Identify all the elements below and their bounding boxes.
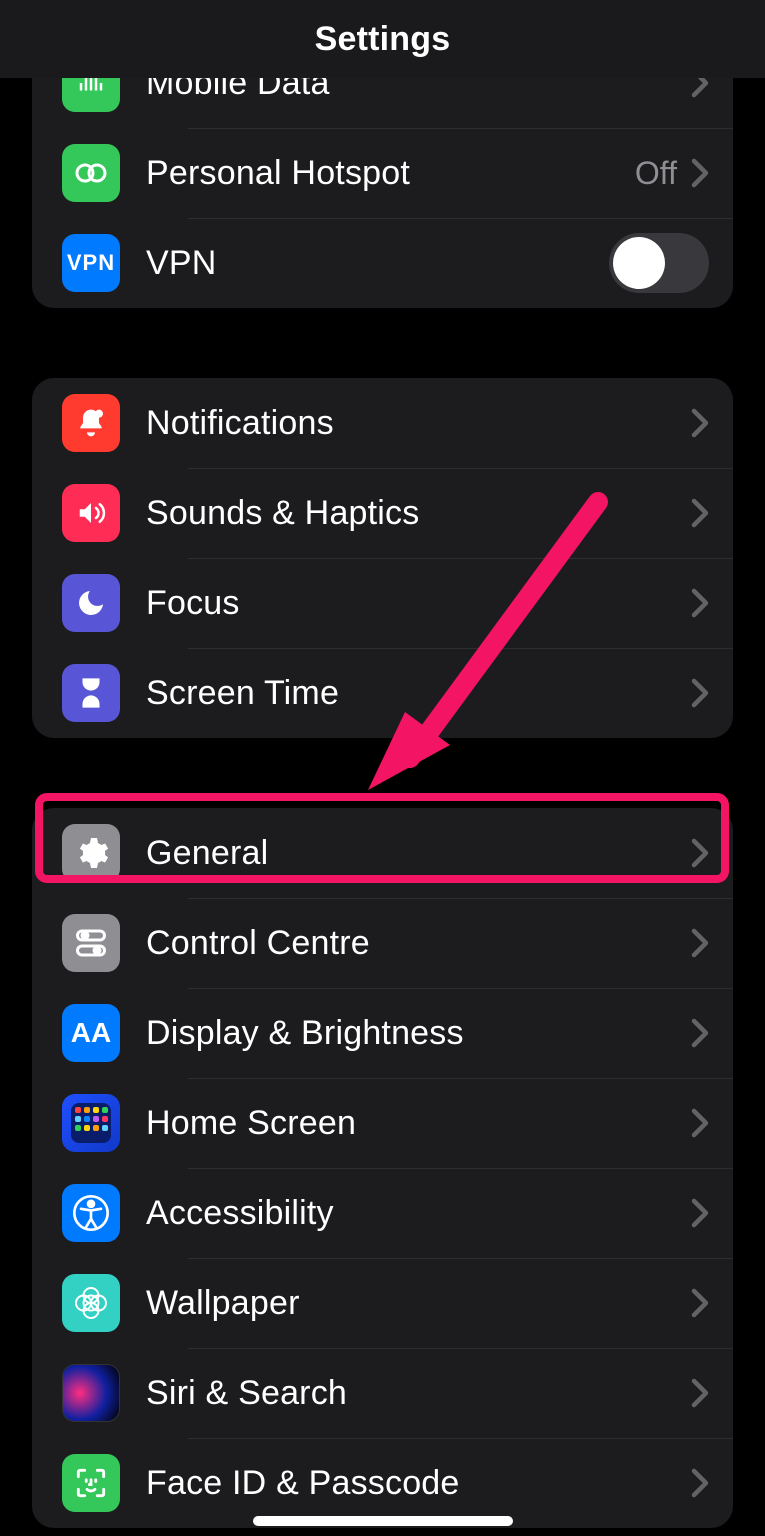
row-value: Off (635, 155, 677, 192)
row-label: Display & Brightness (146, 1014, 691, 1053)
row-label: Siri & Search (146, 1374, 691, 1413)
chevron-right-icon (691, 498, 709, 528)
chevron-right-icon (691, 1288, 709, 1318)
row-home-screen[interactable]: Home Screen (32, 1078, 733, 1168)
row-label: Home Screen (146, 1104, 691, 1143)
sounds-icon (62, 484, 120, 542)
siri-icon (62, 1364, 120, 1422)
chevron-right-icon (691, 1018, 709, 1048)
row-sounds[interactable]: Sounds & Haptics (32, 468, 733, 558)
chevron-right-icon (691, 1378, 709, 1408)
row-label: Sounds & Haptics (146, 494, 691, 533)
settings-scroll[interactable]: Mobile Data Personal Hotspot Off VPN (0, 78, 765, 1536)
vpn-toggle[interactable] (609, 233, 709, 293)
display-icon: AA (62, 1004, 120, 1062)
screen-time-icon (62, 664, 120, 722)
settings-group-connectivity: Mobile Data Personal Hotspot Off VPN (32, 78, 733, 308)
page-title: Settings (315, 20, 451, 59)
focus-icon (62, 574, 120, 632)
home-indicator[interactable] (253, 1516, 513, 1526)
row-label: Screen Time (146, 674, 691, 713)
general-gear-icon (62, 824, 120, 882)
row-label: Face ID & Passcode (146, 1464, 691, 1503)
row-notifications[interactable]: Notifications (32, 378, 733, 468)
chevron-right-icon (691, 1198, 709, 1228)
chevron-right-icon (691, 1108, 709, 1138)
settings-group-device: General Control Centre AA Display & Brig… (32, 808, 733, 1528)
row-accessibility[interactable]: Accessibility (32, 1168, 733, 1258)
accessibility-icon (62, 1184, 120, 1242)
row-wallpaper[interactable]: Wallpaper (32, 1258, 733, 1348)
wallpaper-icon (62, 1274, 120, 1332)
row-label: Wallpaper (146, 1284, 691, 1323)
row-label: General (146, 834, 691, 873)
row-faceid[interactable]: Face ID & Passcode (32, 1438, 733, 1528)
row-mobile-data[interactable]: Mobile Data (32, 78, 733, 128)
row-label: Accessibility (146, 1194, 691, 1233)
chevron-right-icon (691, 1468, 709, 1498)
chevron-right-icon (691, 678, 709, 708)
settings-group-attention: Notifications Sounds & Haptics (32, 378, 733, 738)
home-screen-icon (62, 1094, 120, 1152)
navbar: Settings (0, 0, 765, 78)
row-label: Mobile Data (146, 78, 691, 103)
row-general[interactable]: General (32, 808, 733, 898)
row-label: Personal Hotspot (146, 154, 635, 193)
chevron-right-icon (691, 928, 709, 958)
chevron-right-icon (691, 838, 709, 868)
chevron-right-icon (691, 78, 709, 98)
chevron-right-icon (691, 588, 709, 618)
row-vpn[interactable]: VPN VPN (32, 218, 733, 308)
hotspot-icon (62, 144, 120, 202)
row-label: Control Centre (146, 924, 691, 963)
chevron-right-icon (691, 408, 709, 438)
row-label: Focus (146, 584, 691, 623)
vpn-icon: VPN (62, 234, 120, 292)
faceid-icon (62, 1454, 120, 1512)
row-label: VPN (146, 244, 609, 283)
row-control-centre[interactable]: Control Centre (32, 898, 733, 988)
chevron-right-icon (691, 158, 709, 188)
row-siri[interactable]: Siri & Search (32, 1348, 733, 1438)
notifications-icon (62, 394, 120, 452)
row-display[interactable]: AA Display & Brightness (32, 988, 733, 1078)
control-centre-icon (62, 914, 120, 972)
row-personal-hotspot[interactable]: Personal Hotspot Off (32, 128, 733, 218)
row-focus[interactable]: Focus (32, 558, 733, 648)
row-screen-time[interactable]: Screen Time (32, 648, 733, 738)
mobile-data-icon (62, 78, 120, 112)
row-label: Notifications (146, 404, 691, 443)
